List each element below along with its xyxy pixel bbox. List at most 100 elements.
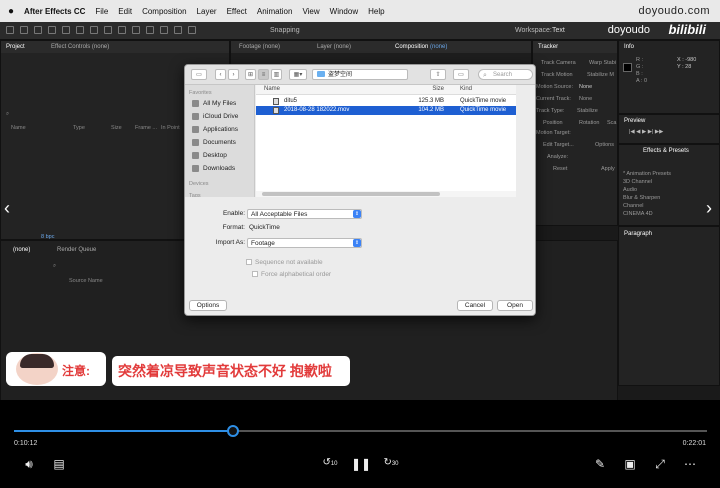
col-type[interactable]: Type: [73, 125, 85, 131]
menu-layer[interactable]: Layer: [197, 7, 217, 16]
menu-effect[interactable]: Effect: [227, 7, 247, 16]
current-track-select[interactable]: None: [579, 96, 592, 102]
zoom-tool-icon[interactable]: [34, 26, 42, 34]
brush-tool-icon[interactable]: [132, 26, 140, 34]
motion-source-select[interactable]: None: [579, 84, 592, 90]
back-button[interactable]: ‹: [215, 69, 226, 80]
previous-arrow-icon[interactable]: ‹: [4, 198, 10, 219]
puppet-tool-icon[interactable]: [188, 26, 196, 34]
more-icon[interactable]: ⋯: [681, 457, 699, 471]
skip-back-icon[interactable]: ↺10: [321, 457, 339, 468]
tab-effects-presets[interactable]: Effects & Presets: [643, 148, 689, 154]
app-name-menu[interactable]: After Effects CC: [24, 7, 85, 16]
menu-window[interactable]: Window: [330, 7, 358, 16]
tab-effect-controls[interactable]: Effect Controls (none): [51, 44, 109, 50]
subtitles-icon[interactable]: ▤: [50, 457, 68, 471]
skip-forward-icon[interactable]: ↻30: [382, 457, 400, 468]
sidebar-item-applications[interactable]: Applications: [192, 126, 238, 133]
position-checkbox[interactable]: Position: [543, 120, 563, 126]
pan-behind-tool-icon[interactable]: [76, 26, 84, 34]
clone-tool-icon[interactable]: [146, 26, 154, 34]
menu-animation[interactable]: Animation: [257, 7, 293, 16]
col-header-name[interactable]: Name: [264, 86, 280, 92]
progress-bar[interactable]: [14, 425, 707, 437]
reset-button[interactable]: Reset: [553, 166, 567, 172]
timeline-search-icon[interactable]: ⌕: [53, 263, 56, 270]
import-as-select[interactable]: Footage ⇕: [247, 238, 362, 248]
track-motion-button[interactable]: Track Motion: [541, 72, 573, 78]
tab-preview[interactable]: Preview: [624, 118, 645, 124]
selection-tool-icon[interactable]: [6, 26, 14, 34]
menu-composition[interactable]: Composition: [142, 7, 186, 16]
tab-project[interactable]: Project: [6, 44, 25, 50]
progress-knob[interactable]: [226, 425, 239, 437]
options-button[interactable]: Options: [189, 300, 227, 311]
col-header-size[interactable]: Size: [390, 86, 444, 92]
effect-item[interactable]: 3D Channel: [623, 179, 652, 185]
column-view-button[interactable]: ▥: [271, 69, 282, 80]
tab-timeline[interactable]: (none): [13, 247, 30, 253]
sequence-checkbox[interactable]: Sequence not available: [246, 259, 323, 266]
picture-in-picture-icon[interactable]: ▣: [621, 457, 639, 471]
effect-item[interactable]: Blur & Sharpen: [623, 195, 660, 201]
effect-item[interactable]: Audio: [623, 187, 637, 193]
shape-tool-icon[interactable]: [90, 26, 98, 34]
rotation-checkbox[interactable]: Rotation: [579, 120, 600, 126]
tab-paragraph[interactable]: Paragraph: [624, 231, 652, 237]
list-view-button[interactable]: ≡: [258, 69, 269, 80]
force-alpha-checkbox[interactable]: Force alphabetical order: [252, 271, 331, 278]
scale-checkbox[interactable]: Sca: [607, 120, 616, 126]
fullscreen-icon[interactable]: ⤢: [651, 457, 669, 472]
file-row[interactable]: ditu5 125.3 MB QuickTime movie: [256, 97, 516, 106]
camera-tool-icon[interactable]: [62, 26, 70, 34]
file-row-selected[interactable]: 2018-08-28 182022.mov 104.2 MB QuickTime…: [256, 106, 516, 115]
open-button[interactable]: Open: [497, 300, 533, 311]
tags-button[interactable]: ▭: [453, 69, 469, 80]
tracker-options-button[interactable]: Options: [595, 142, 614, 148]
hand-tool-icon[interactable]: [20, 26, 28, 34]
effect-item[interactable]: * Animation Presets: [623, 171, 671, 177]
sidebar-item-documents[interactable]: Documents: [192, 139, 236, 146]
volume-icon[interactable]: 🔊︎: [20, 457, 38, 472]
col-frame[interactable]: Frame ...: [135, 125, 157, 131]
type-tool-icon[interactable]: [118, 26, 126, 34]
col-size[interactable]: Size: [111, 125, 122, 131]
col-in-point[interactable]: In Point: [161, 125, 180, 131]
sidebar-item-all-my-files[interactable]: All My Files: [192, 100, 236, 107]
track-type-select[interactable]: Stabilize: [577, 108, 598, 114]
menu-file[interactable]: File: [95, 7, 108, 16]
pen-icon[interactable]: ✎: [591, 457, 609, 471]
menu-edit[interactable]: Edit: [118, 7, 132, 16]
workspace-select[interactable]: Text: [552, 27, 565, 34]
pen-tool-icon[interactable]: [104, 26, 112, 34]
apply-button[interactable]: Apply: [601, 166, 615, 172]
sidebar-toggle-button[interactable]: ▭: [191, 69, 207, 80]
path-select[interactable]: 盗梦空间: [312, 69, 408, 80]
effect-item[interactable]: CINEMA 4D: [623, 211, 653, 217]
menu-help[interactable]: Help: [368, 7, 384, 16]
effect-item[interactable]: Channel: [623, 203, 644, 209]
next-arrow-icon[interactable]: ›: [706, 198, 712, 219]
pause-icon[interactable]: ❚❚: [351, 457, 371, 471]
roto-tool-icon[interactable]: [174, 26, 182, 34]
edit-target-button[interactable]: Edit Target...: [543, 142, 574, 148]
sidebar-item-desktop[interactable]: Desktop: [192, 152, 227, 159]
icon-view-button[interactable]: ⊞: [245, 69, 256, 80]
track-camera-button[interactable]: Track Camera: [541, 60, 576, 66]
col-name[interactable]: Name: [11, 125, 26, 131]
tab-composition[interactable]: Composition: [395, 44, 428, 50]
rotate-tool-icon[interactable]: [48, 26, 56, 34]
snapping-toggle[interactable]: Snapping: [270, 27, 300, 34]
share-button[interactable]: ⇧: [430, 69, 446, 80]
tab-footage[interactable]: Footage (none): [239, 44, 280, 50]
sidebar-item-icloud[interactable]: iCloud Drive: [192, 113, 238, 120]
menu-view[interactable]: View: [302, 7, 319, 16]
tab-layer[interactable]: Layer (none): [317, 44, 351, 50]
scrollbar-thumb[interactable]: [262, 192, 440, 196]
tab-info[interactable]: Info: [624, 44, 634, 50]
eraser-tool-icon[interactable]: [160, 26, 168, 34]
enable-select[interactable]: All Acceptable Files ⇕: [247, 209, 362, 219]
preview-controls[interactable]: |◀ ◀ ▶ ▶| ▶▶: [629, 129, 663, 135]
project-search-icon[interactable]: ⌕: [6, 111, 9, 118]
cancel-button[interactable]: Cancel: [457, 300, 493, 311]
